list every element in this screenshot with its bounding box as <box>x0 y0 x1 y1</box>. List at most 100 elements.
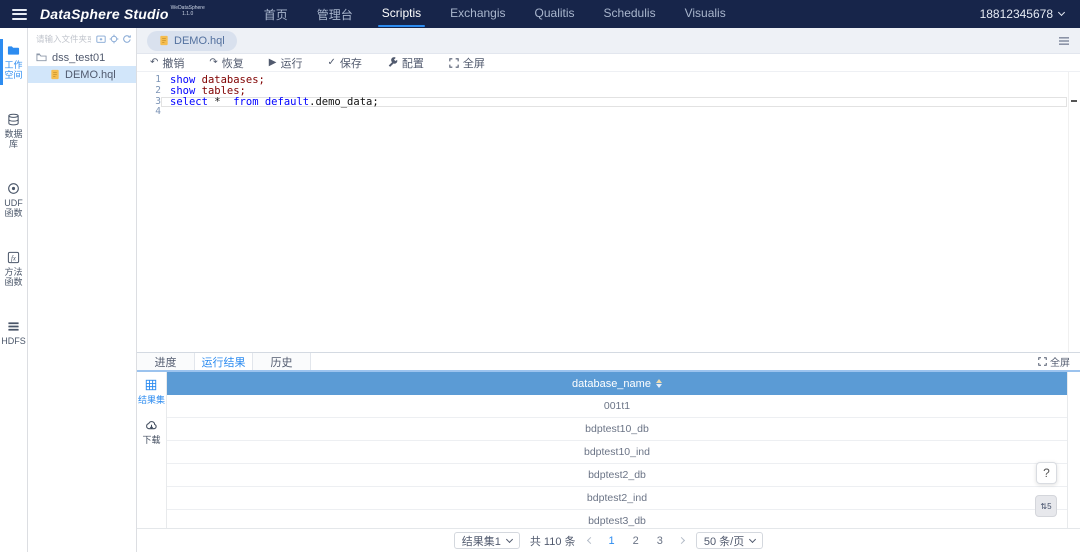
nav-item-schedulis[interactable]: Schedulis <box>603 0 657 29</box>
tree-item-folder[interactable]: dss_test01 <box>28 49 136 66</box>
sidebar-item-hdfs[interactable]: HDFS <box>0 320 27 346</box>
app-version: WeDataSphere 1.1.0 <box>171 6 205 17</box>
user-menu[interactable]: 18812345678 <box>980 7 1064 21</box>
code-editor[interactable]: 1 show databases; 2 show tables; 3 selec… <box>137 72 1080 352</box>
resultset-select[interactable]: 结果集1 <box>454 532 520 549</box>
app-title: DataSphere Studio <box>40 1 169 27</box>
code-token: * <box>208 96 233 108</box>
run-button[interactable]: ▶ 运行 <box>269 55 303 71</box>
resultset-rail-button[interactable]: 结果集 <box>138 379 165 406</box>
refresh-icon[interactable] <box>122 34 132 44</box>
sidebar-item-label: UDF函数 <box>4 198 23 218</box>
column-header-database-name[interactable]: database_name <box>167 372 1067 395</box>
locate-icon[interactable] <box>109 34 119 44</box>
sidebar-item-database[interactable]: 数据库 <box>0 113 27 149</box>
new-folder-icon[interactable] <box>96 34 106 44</box>
table-row[interactable]: bdptest3_db <box>167 510 1067 528</box>
table-row[interactable]: 001t1 <box>167 395 1067 418</box>
tree-item-script[interactable]: DEMO.hql <box>28 66 136 83</box>
editor-tabbar: DEMO.hql <box>137 28 1080 54</box>
file-search-input[interactable] <box>34 33 93 45</box>
editor-scrollbar[interactable] <box>1068 72 1080 352</box>
tab-list-icon[interactable] <box>1058 36 1070 46</box>
nav-item-visualis[interactable]: Visualis <box>684 0 727 29</box>
list-icon <box>7 320 20 333</box>
code-line[interactable]: 1 show databases; <box>137 75 1080 86</box>
cursor-position-mark <box>1071 100 1077 102</box>
nav-item-home[interactable]: 首页 <box>263 0 289 29</box>
tab-progress[interactable]: 进度 <box>137 353 195 370</box>
nav-item-qualitis[interactable]: Qualitis <box>534 0 576 29</box>
redo-button[interactable]: ↷ 恢复 <box>209 55 243 71</box>
results-table: database_name 001t1 bdptest10_db bdptest… <box>167 372 1067 528</box>
sidebar-item-label: HDFS <box>1 336 26 346</box>
sidebar-item-label: 工作空间 <box>4 60 22 80</box>
chevron-down-icon <box>506 535 513 542</box>
sidebar-item-function[interactable]: fx 方法函数 <box>0 251 27 287</box>
sort-icon[interactable] <box>656 379 662 389</box>
rail-label: 结果集 <box>138 393 165 406</box>
redo-icon: ↷ <box>209 58 217 68</box>
table-scrollbar-track[interactable] <box>1067 372 1080 528</box>
download-rail-button[interactable]: 下载 <box>142 419 160 446</box>
config-button[interactable]: 配置 <box>387 55 424 71</box>
explorer-search-row <box>28 28 136 49</box>
tab-run-results[interactable]: 运行结果 <box>195 353 253 370</box>
page-size-select[interactable]: 50 条/页 <box>696 532 763 549</box>
play-icon: ▶ <box>269 58 277 68</box>
hamburger-menu-icon[interactable] <box>12 9 27 20</box>
pagination-bar: 结果集1 共 110 条 1 2 3 50 条/页 <box>137 528 1080 552</box>
code-token: .demo_data; <box>309 96 379 108</box>
top-navbar: DataSphere Studio WeDataSphere 1.1.0 首页 … <box>0 0 1080 28</box>
check-icon: ✓ <box>327 58 335 68</box>
sidebar-item-label: 方法函数 <box>4 267 22 287</box>
tab-history[interactable]: 历史 <box>253 353 311 370</box>
prev-page-icon[interactable] <box>586 538 595 543</box>
nav-item-exchangis[interactable]: Exchangis <box>449 0 506 29</box>
help-button[interactable]: ? <box>1036 462 1057 484</box>
sidebar-item-udf[interactable]: UDF函数 <box>0 182 27 218</box>
grid-table-icon <box>145 379 157 391</box>
left-icon-sidebar: 工作空间 数据库 UDF函数 fx 方法函数 <box>0 28 28 552</box>
next-page-icon[interactable] <box>677 538 686 543</box>
table-row[interactable]: bdptest10_ind <box>167 441 1067 464</box>
code-token: from <box>233 96 258 108</box>
fullscreen-button[interactable]: 全屏 <box>449 55 485 71</box>
total-count: 共 110 条 <box>530 533 576 549</box>
tree-item-label: dss_test01 <box>52 52 105 64</box>
hql-file-icon <box>159 35 169 46</box>
rail-label: 下载 <box>142 433 160 446</box>
float-widget-button[interactable]: ⇅5 <box>1035 495 1057 517</box>
code-line-current[interactable]: 3 select * from default.demo_data; <box>137 97 1080 108</box>
results-panel: 进度 运行结果 历史 全屏 结果集 <box>137 352 1080 552</box>
fx-icon: fx <box>7 251 20 264</box>
undo-button[interactable]: ↶ 撤销 <box>150 55 184 71</box>
nav-item-console[interactable]: 管理台 <box>316 0 354 29</box>
fullscreen-icon <box>1038 357 1047 366</box>
line-number: 2 <box>137 86 161 97</box>
page-2[interactable]: 2 <box>629 535 643 547</box>
chevron-down-icon <box>749 535 756 542</box>
database-icon <box>7 113 20 126</box>
tab-demo-hql[interactable]: DEMO.hql <box>147 31 237 51</box>
code-line[interactable]: 4 <box>137 107 1080 118</box>
results-fullscreen-button[interactable]: 全屏 <box>1038 353 1080 370</box>
results-tabbar: 进度 运行结果 历史 全屏 <box>137 353 1080 372</box>
table-row[interactable]: bdptest2_db <box>167 464 1067 487</box>
page-1[interactable]: 1 <box>605 535 619 547</box>
undo-icon: ↶ <box>150 58 158 68</box>
code-token: select <box>170 96 208 108</box>
table-row[interactable]: bdptest10_db <box>167 418 1067 441</box>
nav-item-scriptis[interactable]: Scriptis <box>381 0 422 29</box>
page-3[interactable]: 3 <box>653 535 667 547</box>
table-row[interactable]: bdptest2_ind <box>167 487 1067 510</box>
fullscreen-icon <box>449 58 459 68</box>
udf-circle-icon <box>7 182 20 195</box>
app-logo: DataSphere Studio WeDataSphere 1.1.0 <box>40 1 205 27</box>
tab-label: DEMO.hql <box>174 35 225 47</box>
top-nav-menu: 首页 管理台 Scriptis Exchangis Qualitis Sched… <box>263 0 727 29</box>
save-button[interactable]: ✓ 保存 <box>327 55 361 71</box>
folder-outline-icon <box>36 52 47 63</box>
hql-file-icon <box>50 69 60 80</box>
sidebar-item-workspace[interactable]: 工作空间 <box>0 44 27 80</box>
